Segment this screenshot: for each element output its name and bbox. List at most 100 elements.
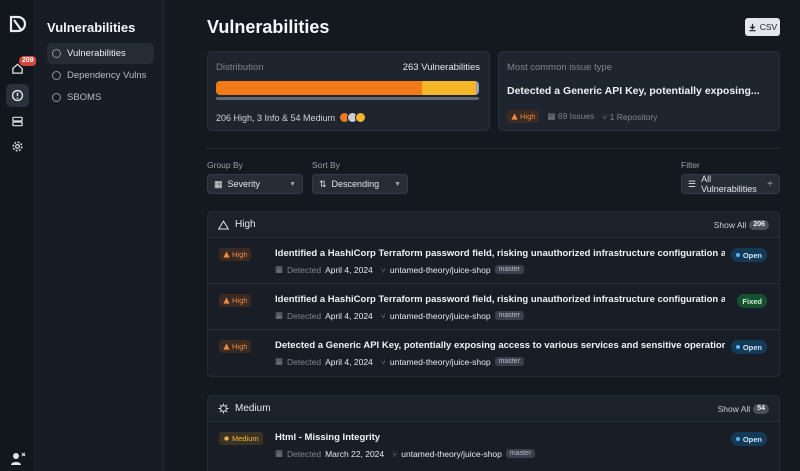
branch-badge: master — [494, 357, 524, 366]
medium-group: Medium Show All 54 Medium Html - Missing… — [207, 395, 780, 471]
calendar-icon: ▦ — [275, 264, 284, 274]
sidebar-title: Vulnerabilities — [47, 20, 136, 35]
sun-icon — [224, 436, 229, 441]
warning-icon — [511, 113, 518, 120]
sort-by-select[interactable]: ⇅ Descending ▼ — [312, 174, 408, 194]
chevron-down-icon: ▼ — [394, 180, 401, 188]
chevron-down-icon: ▼ — [289, 180, 296, 188]
severity-tag: High — [219, 294, 252, 307]
repo-name: untamed-theory/juice-shop — [389, 310, 491, 321]
filter-label: Filter — [681, 160, 700, 170]
server-icon[interactable] — [6, 110, 29, 133]
plus-icon: + — [767, 178, 773, 190]
download-icon — [749, 23, 756, 31]
sidebar-item-label: Dependency Vulns — [67, 70, 147, 81]
divider — [207, 148, 780, 149]
repo-icon: ⑂ — [380, 310, 386, 321]
distribution-summary: 206 High, 3 Info & 54 Medium — [216, 112, 367, 123]
repo-name: untamed-theory/juice-shop — [401, 448, 502, 459]
grid-icon: ▦ — [214, 178, 223, 189]
sort-by-label: Sort By — [312, 160, 340, 170]
status-badge: Open — [730, 340, 767, 354]
status-label: Fixed — [742, 296, 762, 306]
icon-rail: 209 — [0, 0, 37, 471]
calendar-icon: ▦ — [275, 356, 284, 366]
detected-date: April 4, 2024 — [325, 356, 373, 367]
detected-date: April 4, 2024 — [325, 264, 373, 275]
most-common-title: Detected a Generic API Key, potentially … — [507, 85, 760, 97]
app-logo-icon[interactable] — [8, 14, 28, 34]
filter-value: All Vulnerabilities — [701, 174, 757, 194]
severity-label: Medium — [232, 434, 259, 443]
csv-export-button[interactable]: CSV — [745, 18, 780, 36]
status-badge: Open — [730, 248, 767, 262]
group-by-label: Group By — [207, 160, 243, 170]
issues-text: 69 Issues — [557, 111, 595, 121]
table-row[interactable]: High Identified a HashiCorp Terraform pa… — [208, 284, 779, 330]
distribution-bar-track — [216, 97, 479, 100]
distribution-segment-medium — [422, 81, 476, 95]
show-all-button[interactable]: Show All 206 — [713, 219, 769, 230]
detected-label: Detected — [287, 356, 322, 367]
most-common-card[interactable]: Most common issue type Detected a Generi… — [498, 51, 780, 131]
notification-badge: 209 — [19, 56, 37, 66]
sidebar-item-dependency-vulns[interactable]: Dependency Vulns — [47, 65, 154, 86]
severity-label: High — [520, 112, 536, 121]
severity-pips — [339, 112, 367, 123]
row-meta: ▦ Detected March 22, 2024 ⑂ untamed-theo… — [275, 448, 536, 459]
detected-label: Detected — [287, 310, 322, 321]
group-header: Medium Show All 54 — [208, 396, 779, 422]
show-all-button[interactable]: Show All 54 — [717, 403, 769, 414]
table-row[interactable]: High Detected a Generic API Key, potenti… — [208, 330, 779, 376]
severity-label: High — [232, 342, 248, 351]
issues-count: ▦ 69 Issues — [547, 111, 595, 121]
status-dot — [735, 345, 740, 349]
status-dot — [735, 253, 740, 257]
show-all-label: Show All — [713, 219, 747, 230]
status-label: Open — [742, 434, 762, 444]
most-common-label: Most common issue type — [507, 62, 613, 73]
status-dot — [735, 437, 740, 441]
distribution-label: Distribution — [216, 62, 264, 73]
sidebar-item-vulnerabilities[interactable]: Vulnerabilities — [47, 43, 154, 64]
vulnerabilities-icon[interactable] — [6, 84, 29, 107]
table-row[interactable]: Medium Html - Missing Integrity ▦ Detect… — [208, 422, 779, 468]
bug-icon — [218, 403, 229, 414]
warning-icon — [223, 343, 230, 350]
sidebar-item-sboms[interactable]: SBOMS — [47, 87, 154, 108]
show-all-label: Show All — [717, 403, 751, 414]
circle-icon — [52, 71, 61, 80]
repo-icon: ⑂ — [380, 264, 386, 275]
group-by-select[interactable]: ▦ Severity ▼ — [207, 174, 303, 194]
warning-icon — [223, 251, 230, 258]
severity-tag: High — [219, 340, 252, 353]
status-badge: Fixed — [737, 294, 767, 308]
settings-gear-icon[interactable] — [6, 135, 29, 158]
detected-label: Detected — [287, 264, 322, 275]
sidebar-item-label: SBOMS — [67, 92, 102, 103]
row-title: Identified a HashiCorp Terraform passwor… — [275, 248, 725, 259]
main-content: Vulnerabilities CSV Distribution 263 Vul… — [164, 0, 800, 471]
medium-pip-icon — [355, 112, 367, 123]
distribution-segment-info — [476, 81, 479, 95]
row-title: Detected a Generic API Key, potentially … — [275, 340, 725, 351]
warning-icon — [223, 297, 230, 304]
table-row[interactable]: High Identified a HashiCorp Terraform pa… — [208, 238, 779, 284]
user-admin-icon[interactable] — [10, 451, 26, 467]
repo-icon: ⑂ — [392, 448, 398, 459]
filter-select[interactable]: ☰ All Vulnerabilities + — [681, 174, 780, 194]
severity-tag: High — [507, 110, 540, 123]
distribution-card: Distribution 263 Vulnerabilities 206 Hig… — [207, 51, 490, 131]
severity-label: High — [232, 296, 248, 305]
count-pill: 206 — [749, 219, 769, 230]
detected-label: Detected — [287, 448, 322, 459]
sort-icon: ⇅ — [319, 178, 327, 189]
severity-label: High — [232, 250, 248, 259]
circle-icon — [52, 93, 61, 102]
warning-icon — [218, 219, 229, 229]
branch-badge: master — [494, 265, 524, 274]
row-title: Identified a HashiCorp Terraform passwor… — [275, 294, 725, 305]
distribution-bar — [216, 81, 479, 95]
severity-tag: Medium — [219, 432, 263, 445]
repo-name: untamed-theory/juice-shop — [389, 356, 491, 367]
